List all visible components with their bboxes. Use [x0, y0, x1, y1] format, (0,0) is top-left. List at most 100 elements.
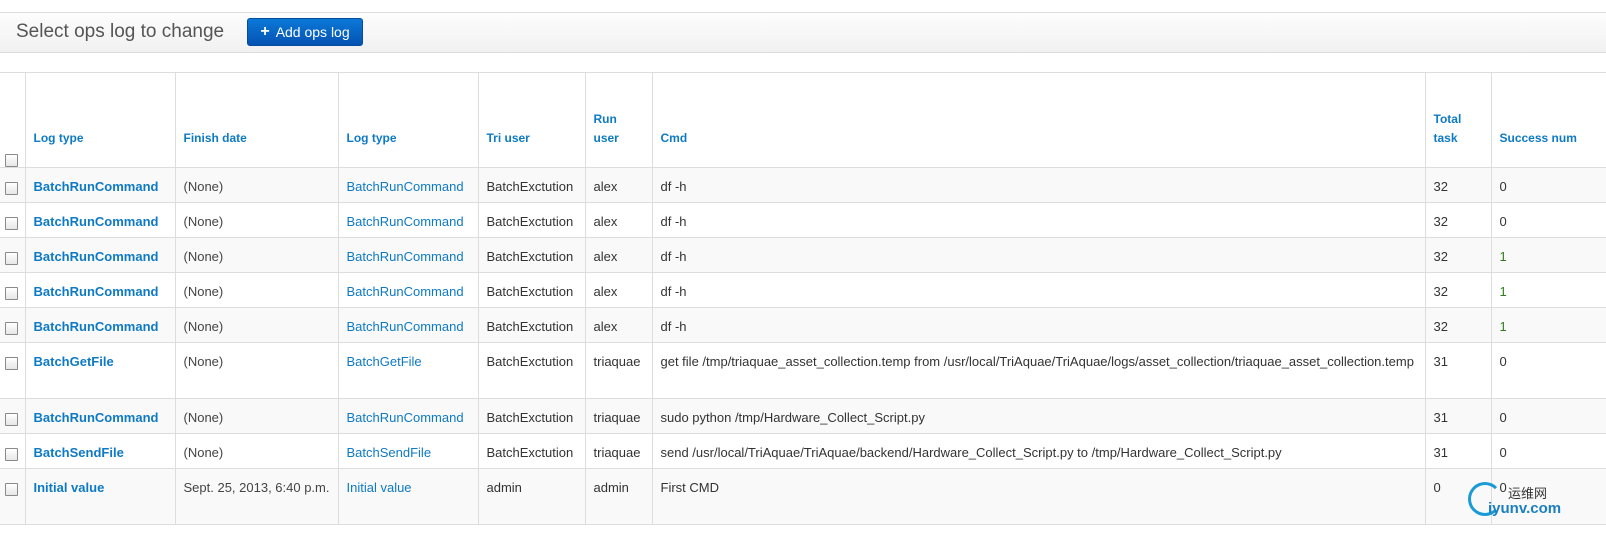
row-checkbox[interactable] — [5, 182, 18, 195]
log-type-link[interactable]: BatchRunCommand — [34, 319, 159, 334]
log-type-2-link[interactable]: BatchRunCommand — [347, 214, 464, 229]
table-header-row: Log type Finish date Log type Tri user R… — [0, 72, 1606, 168]
row-checkbox[interactable] — [5, 287, 18, 300]
run-user-cell: alex — [584, 167, 652, 203]
finish-date-cell: (None) — [174, 167, 338, 203]
total-task-cell: 32 — [1424, 237, 1491, 273]
page-title: Select ops log to change — [16, 21, 225, 42]
success-num-cell: 0 — [1490, 202, 1606, 238]
run-user-cell: triaquae — [584, 342, 652, 399]
log-type-2-link[interactable]: Initial value — [347, 480, 412, 495]
total-task-cell: 32 — [1424, 307, 1491, 343]
row-checkbox[interactable] — [5, 217, 18, 230]
select-all-cell — [0, 72, 25, 168]
log-type-link[interactable]: BatchRunCommand — [34, 179, 159, 194]
column-header-run-user[interactable]: Run user — [584, 72, 652, 168]
add-ops-log-button[interactable]: + Add ops log — [247, 18, 363, 46]
success-num-cell: 1 — [1490, 307, 1606, 343]
table-row: Initial value Sept. 25, 2013, 6:40 p.m. … — [0, 468, 1606, 525]
add-button-label: Add ops log — [275, 24, 350, 40]
changelist-header: Select ops log to change + Add ops log — [0, 13, 1606, 53]
log-type-2-link[interactable]: BatchRunCommand — [347, 410, 464, 425]
total-task-cell: 32 — [1424, 272, 1491, 308]
table-body: BatchRunCommand (None) BatchRunCommand B… — [0, 167, 1606, 525]
plus-icon: + — [260, 23, 270, 40]
table-row: BatchSendFile (None) BatchSendFile Batch… — [0, 433, 1606, 469]
cmd-cell: send /usr/local/TriAquae/TriAquae/backen… — [651, 433, 1425, 469]
finish-date-cell: Sept. 25, 2013, 6:40 p.m. — [174, 468, 338, 525]
cmd-cell: df -h — [651, 272, 1425, 308]
row-checkbox[interactable] — [5, 357, 18, 370]
run-user-cell: alex — [584, 272, 652, 308]
run-user-cell: alex — [584, 202, 652, 238]
watermark-en-text: iyunv.com — [1488, 500, 1562, 517]
cmd-cell: df -h — [651, 167, 1425, 203]
cmd-cell: sudo python /tmp/Hardware_Collect_Script… — [651, 398, 1425, 434]
log-type-link[interactable]: BatchRunCommand — [34, 214, 159, 229]
success-num-cell: 0 — [1490, 398, 1606, 434]
table-row: BatchRunCommand (None) BatchRunCommand B… — [0, 307, 1606, 343]
success-num-cell: 0 — [1490, 342, 1606, 399]
log-type-link[interactable]: BatchRunCommand — [34, 284, 159, 299]
tri-user-cell: BatchExctution — [477, 167, 585, 203]
row-checkbox[interactable] — [5, 322, 18, 335]
select-all-checkbox[interactable] — [5, 154, 18, 167]
table-row: BatchRunCommand (None) BatchRunCommand B… — [0, 237, 1606, 273]
tri-user-cell: BatchExctution — [477, 272, 585, 308]
log-type-link[interactable]: BatchRunCommand — [34, 249, 159, 264]
column-header-finish-date[interactable]: Finish date — [174, 72, 338, 168]
log-type-2-link[interactable]: BatchSendFile — [347, 445, 432, 460]
site-watermark: 运维网 iyunv.com — [1468, 480, 1598, 520]
run-user-cell: triaquae — [584, 398, 652, 434]
total-task-cell: 31 — [1424, 398, 1491, 434]
table-row: BatchRunCommand (None) BatchRunCommand B… — [0, 398, 1606, 434]
success-num-cell: 0 — [1490, 433, 1606, 469]
tri-user-cell: BatchExctution — [477, 398, 585, 434]
results-table-wrapper: Log type Finish date Log type Tri user R… — [0, 72, 1606, 525]
log-type-2-link[interactable]: BatchRunCommand — [347, 284, 464, 299]
results-table: Log type Finish date Log type Tri user R… — [0, 72, 1606, 525]
run-user-cell: alex — [584, 237, 652, 273]
cmd-cell: df -h — [651, 237, 1425, 273]
total-task-cell: 31 — [1424, 433, 1491, 469]
log-type-2-link[interactable]: BatchGetFile — [347, 354, 422, 369]
finish-date-cell: (None) — [174, 433, 338, 469]
finish-date-cell: (None) — [174, 398, 338, 434]
finish-date-cell: (None) — [174, 342, 338, 399]
column-header-log-type-2[interactable]: Log type — [337, 72, 478, 168]
row-checkbox[interactable] — [5, 413, 18, 426]
finish-date-cell: (None) — [174, 272, 338, 308]
cmd-cell: df -h — [651, 307, 1425, 343]
total-task-cell: 32 — [1424, 167, 1491, 203]
cmd-cell: get file /tmp/triaquae_asset_collection.… — [651, 342, 1425, 399]
table-row: BatchRunCommand (None) BatchRunCommand B… — [0, 167, 1606, 203]
log-type-link[interactable]: BatchSendFile — [34, 445, 124, 460]
log-type-link[interactable]: Initial value — [34, 480, 105, 495]
cmd-cell: df -h — [651, 202, 1425, 238]
tri-user-cell: BatchExctution — [477, 433, 585, 469]
column-header-log-type[interactable]: Log type — [24, 72, 175, 168]
column-header-success-num[interactable]: Success num — [1490, 72, 1606, 168]
row-checkbox[interactable] — [5, 483, 18, 496]
log-type-link[interactable]: BatchGetFile — [34, 354, 114, 369]
log-type-link[interactable]: BatchRunCommand — [34, 410, 159, 425]
finish-date-cell: (None) — [174, 307, 338, 343]
log-type-2-link[interactable]: BatchRunCommand — [347, 249, 464, 264]
run-user-cell: alex — [584, 307, 652, 343]
column-header-total-task[interactable]: Total task — [1424, 72, 1491, 168]
log-type-2-link[interactable]: BatchRunCommand — [347, 179, 464, 194]
table-row: BatchGetFile (None) BatchGetFile BatchEx… — [0, 342, 1606, 399]
tri-user-cell: BatchExctution — [477, 202, 585, 238]
tri-user-cell: admin — [477, 468, 585, 525]
column-header-tri-user[interactable]: Tri user — [477, 72, 585, 168]
tri-user-cell: BatchExctution — [477, 237, 585, 273]
column-header-cmd[interactable]: Cmd — [651, 72, 1425, 168]
run-user-cell: triaquae — [584, 433, 652, 469]
row-checkbox[interactable] — [5, 252, 18, 265]
row-checkbox[interactable] — [5, 448, 18, 461]
finish-date-cell: (None) — [174, 202, 338, 238]
cmd-cell: First CMD — [651, 468, 1425, 525]
tri-user-cell: BatchExctution — [477, 307, 585, 343]
log-type-2-link[interactable]: BatchRunCommand — [347, 319, 464, 334]
run-user-cell: admin — [584, 468, 652, 525]
